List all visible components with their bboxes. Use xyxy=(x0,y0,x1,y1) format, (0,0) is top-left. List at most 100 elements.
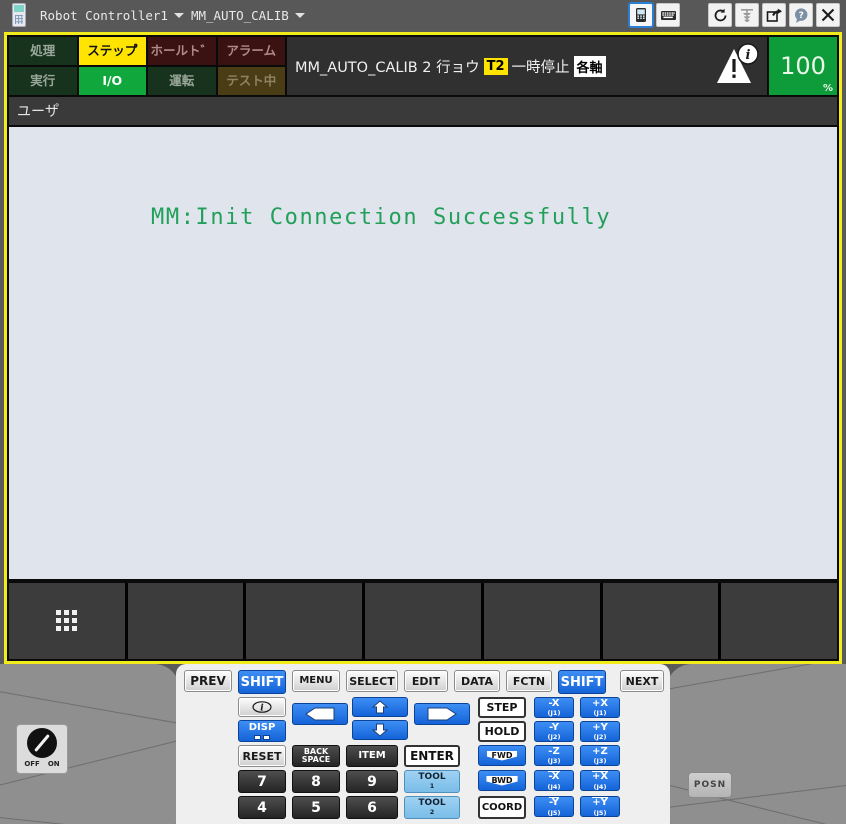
key-switch-dial xyxy=(27,728,57,758)
key-shift-left[interactable]: SHIFT xyxy=(238,670,286,694)
key-coord-label: COORD xyxy=(481,801,523,813)
arrow-left-icon xyxy=(305,707,335,721)
status-cell-step[interactable]: ステップ゚ xyxy=(78,37,146,65)
fkey-2[interactable] xyxy=(127,583,244,659)
antenna-button[interactable] xyxy=(735,3,759,27)
warning-info-icon[interactable]: i xyxy=(715,43,761,87)
status-cell-processing[interactable]: 処理 xyxy=(9,37,77,65)
key-jog-minus-x-j4[interactable]: -X (J4) xyxy=(534,770,574,791)
key-prev[interactable]: PREV xyxy=(184,670,232,692)
key-disp[interactable]: DISP xyxy=(238,720,286,742)
key-edit[interactable]: EDIT xyxy=(404,670,448,692)
key-data[interactable]: DATA xyxy=(454,670,500,692)
disp-boxes-icon xyxy=(254,734,270,740)
key-menu[interactable]: MENU xyxy=(292,670,340,692)
pendant-view-button[interactable] xyxy=(628,2,654,28)
key-arrow-right[interactable] xyxy=(414,703,470,725)
key-num-4[interactable]: 4 xyxy=(238,796,286,819)
key-fctn[interactable]: FCTN xyxy=(506,670,552,692)
status-info-line: MM_AUTO_CALIB 2 行ョウ T2 一時停止 各軸 i xyxy=(287,37,767,95)
speed-override[interactable]: 100 % xyxy=(769,37,837,95)
key-jog-plus-y-j5[interactable]: +Y (J5) xyxy=(580,796,620,817)
chevron-down-icon-program[interactable] xyxy=(294,12,305,18)
jog-sub-label: (J2) xyxy=(593,732,607,741)
refresh-icon xyxy=(714,8,726,21)
deadman-key-switch[interactable]: OFF ON xyxy=(16,724,68,774)
key-select[interactable]: SELECT xyxy=(346,670,398,692)
key-prev-label: PREV xyxy=(190,674,226,688)
key-num-5[interactable]: 5 xyxy=(292,796,340,819)
fkey-5[interactable] xyxy=(483,583,600,659)
key-arrow-down[interactable] xyxy=(352,720,408,740)
key-reset[interactable]: RESET xyxy=(238,745,286,767)
fkey-4[interactable] xyxy=(365,583,481,659)
key-coord[interactable]: COORD xyxy=(478,796,526,819)
key-enter[interactable]: ENTER xyxy=(404,745,460,767)
key-num-label: 4 xyxy=(257,799,267,816)
fkey-menu[interactable] xyxy=(9,583,125,659)
key-num-9[interactable]: 9 xyxy=(346,770,398,793)
chevron-down-icon-controller[interactable] xyxy=(173,12,184,18)
key-jog-minus-x-j1[interactable]: -X (J1) xyxy=(534,697,574,718)
key-tool2[interactable]: TOOL 2 xyxy=(404,796,460,819)
key-backspace-label-2: SPACE xyxy=(301,755,331,764)
status-cell-run[interactable]: 実行 xyxy=(9,67,77,95)
status-cell-hold[interactable]: ホールト゛ xyxy=(148,37,216,65)
key-jog-minus-y-j5[interactable]: -Y (J5) xyxy=(534,796,574,817)
key-next-label: NEXT xyxy=(625,674,659,688)
refresh-button[interactable] xyxy=(708,3,732,27)
jog-main-label: +Y xyxy=(592,721,608,733)
key-jog-minus-y-j2[interactable]: -Y (J2) xyxy=(534,721,574,742)
key-item[interactable]: ITEM xyxy=(346,745,398,767)
key-arrow-left[interactable] xyxy=(292,703,348,725)
key-fwd[interactable]: FWD xyxy=(478,745,526,766)
key-jog-plus-x-j1[interactable]: +X (J1) xyxy=(580,697,620,718)
close-button[interactable] xyxy=(816,3,840,27)
posn-button[interactable]: POSN xyxy=(688,772,732,798)
key-num-6[interactable]: 6 xyxy=(346,796,398,819)
keyboard-icon xyxy=(660,11,676,20)
key-hold[interactable]: HOLD xyxy=(478,721,526,742)
key-bwd[interactable]: BWD xyxy=(478,770,526,791)
info-icon: i xyxy=(252,701,272,713)
jog-main-label: +X xyxy=(591,771,609,782)
key-num-7[interactable]: 7 xyxy=(238,770,286,793)
jog-sub-label: (J1) xyxy=(593,708,607,717)
fkey-7[interactable] xyxy=(721,583,838,659)
keyboard-button[interactable] xyxy=(656,3,680,27)
popout-button[interactable] xyxy=(762,3,786,27)
key-shift-right[interactable]: SHIFT xyxy=(558,670,606,694)
status-cell-alarm[interactable]: アラーム xyxy=(217,37,285,65)
pendant-bezel-right xyxy=(625,664,846,824)
key-jog-plus-y-j2[interactable]: +Y (J2) xyxy=(580,721,620,742)
fkey-3[interactable] xyxy=(246,583,363,659)
key-info[interactable]: i xyxy=(238,697,286,717)
svg-text:i: i xyxy=(746,48,751,63)
key-jog-minus-z-j3[interactable]: -Z (J3) xyxy=(534,745,574,766)
user-message: MM:Init Connection Successfully xyxy=(151,205,612,230)
key-tool1[interactable]: TOOL 1 xyxy=(404,770,460,793)
status-cell-io[interactable]: I/O xyxy=(78,67,146,95)
jog-sub-label: (J1) xyxy=(547,708,561,717)
jog-main-label: -X xyxy=(548,697,560,709)
key-tool2-num: 2 xyxy=(429,808,435,817)
jog-sub-label: (J4) xyxy=(593,782,607,791)
key-edit-label: EDIT xyxy=(411,674,441,688)
key-arrow-up[interactable] xyxy=(352,697,408,717)
fkey-6[interactable] xyxy=(602,583,719,659)
jog-sub-label: (J5) xyxy=(547,808,561,817)
key-next[interactable]: NEXT xyxy=(620,670,664,692)
status-state-label: 一時停止 xyxy=(511,59,570,76)
key-backspace[interactable]: BACK SPACE xyxy=(292,745,340,767)
help-button[interactable]: ? xyxy=(789,3,813,27)
key-jog-plus-x-j4[interactable]: +X (J4) xyxy=(580,770,620,791)
titlebar-buttons: ? xyxy=(628,2,840,28)
jog-sub-label: (J4) xyxy=(547,782,561,791)
pendant-screen: 処理 ステップ゚ ホールト゛ アラーム 実行 I/O 運転 テスト中 MM_AU… xyxy=(4,32,842,664)
status-cell-operation[interactable]: 運転 xyxy=(148,67,216,95)
status-cell-test[interactable]: テスト中 xyxy=(217,67,285,95)
key-jog-plus-z-j3[interactable]: +Z (J3) xyxy=(580,745,620,766)
key-num-8[interactable]: 8 xyxy=(292,770,340,793)
key-step[interactable]: STEP xyxy=(478,697,526,718)
key-num-label: 8 xyxy=(311,773,321,790)
